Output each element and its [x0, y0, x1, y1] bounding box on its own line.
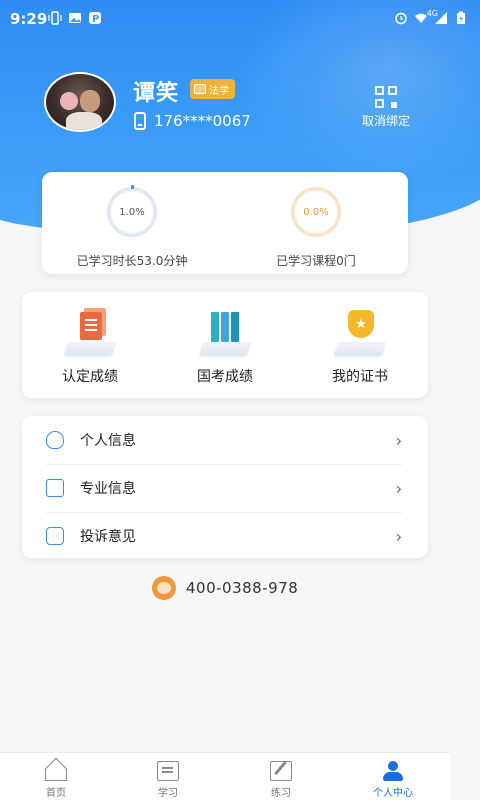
phone-icon	[134, 112, 146, 130]
status-bar: 9:29 P 4G	[0, 0, 480, 36]
study-time-ring: 1.0%	[104, 184, 160, 240]
folder-icon	[46, 479, 64, 497]
bottom-tab-bar: 首页 学习 练习 个人中心	[0, 752, 450, 800]
avatar[interactable]	[44, 72, 116, 132]
feedback-icon	[46, 527, 64, 545]
alarm-icon	[395, 12, 407, 25]
qr-code-icon	[375, 86, 397, 108]
hotline-number: 400-0388-978	[186, 579, 299, 597]
home-icon	[45, 769, 67, 781]
menu-item-label: 投诉意见	[80, 529, 136, 545]
courses-stat: 0.0% 已学习课程0门	[236, 184, 396, 269]
tab-label: 个人中心	[373, 788, 413, 799]
id-card-icon	[194, 84, 206, 94]
wifi-icon	[415, 13, 427, 23]
avatar-figure-2	[80, 90, 100, 112]
progress-tick	[131, 185, 134, 189]
study-icon	[157, 761, 179, 781]
tab-practice[interactable]: 练习	[241, 761, 321, 799]
menu-item-major-info[interactable]: 专业信息 ›	[22, 464, 428, 512]
tab-label: 练习	[271, 788, 291, 799]
battery-icon	[457, 11, 465, 24]
person-icon	[382, 761, 404, 781]
feature-label: 认定成绩	[62, 369, 118, 385]
edit-icon	[270, 761, 292, 781]
settings-menu: 个人信息 › 专业信息 › 投诉意见 ›	[22, 416, 428, 558]
customer-service-icon	[152, 576, 176, 600]
menu-item-feedback[interactable]: 投诉意见 ›	[22, 512, 428, 560]
study-time-label: 已学习时长53.0分钟	[76, 254, 188, 268]
menu-item-personal-info[interactable]: 个人信息 ›	[22, 416, 428, 464]
tab-label: 首页	[46, 788, 66, 799]
signal-icon	[435, 12, 447, 24]
feature-certified-scores[interactable]: 认定成绩	[30, 306, 150, 386]
courses-label: 已学习课程0门	[276, 254, 356, 268]
unbind-label: 取消绑定	[361, 114, 410, 128]
major-tag: 法学	[190, 79, 235, 99]
avatar-figure-1	[60, 92, 78, 110]
chevron-right-icon: ›	[395, 478, 402, 498]
phone-row: 176****0067	[134, 112, 251, 130]
courses-ring: 0.0%	[288, 184, 344, 240]
vibrate-icon	[48, 11, 62, 25]
feature-label: 国考成绩	[197, 369, 253, 385]
study-time-percent: 1.0%	[107, 187, 157, 237]
svg-text:P: P	[92, 14, 99, 25]
tab-profile[interactable]: 个人中心	[353, 761, 433, 799]
major-tag-label: 法学	[209, 85, 229, 97]
unbind-button[interactable]: 取消绑定	[356, 86, 416, 129]
tab-study[interactable]: 学习	[128, 761, 208, 799]
avatar-figure-3	[66, 112, 102, 130]
study-stats-card: 1.0% 已学习时长53.0分钟 0.0% 已学习课程0门	[42, 172, 408, 274]
courses-percent: 0.0%	[291, 187, 341, 237]
service-hotline[interactable]: 400-0388-978	[152, 576, 298, 600]
status-time: 9:29	[10, 10, 48, 28]
study-time-stat: 1.0% 已学习时长53.0分钟	[52, 184, 212, 269]
phone-number: 176****0067	[154, 112, 251, 130]
chevron-right-icon: ›	[395, 430, 402, 450]
parking-icon: P	[89, 12, 101, 25]
document-icon	[62, 306, 118, 358]
chevron-right-icon: ›	[395, 526, 402, 546]
user-info-icon	[46, 431, 64, 449]
menu-item-label: 个人信息	[80, 433, 136, 449]
status-system-icons	[394, 11, 468, 25]
books-icon	[197, 306, 253, 358]
status-notification-icons: P	[48, 11, 102, 25]
username: 谭笑	[133, 81, 180, 106]
feature-national-exam-scores[interactable]: 国考成绩	[165, 306, 285, 386]
feature-my-certificates[interactable]: ★ 我的证书	[300, 306, 420, 386]
feature-label: 我的证书	[332, 369, 388, 385]
certificate-icon: ★	[332, 306, 388, 358]
menu-item-label: 专业信息	[80, 481, 136, 497]
image-icon	[69, 13, 81, 23]
screen: 9:29 P 4G 谭笑 法学 176****0067 取消绑定 1.0% 已学…	[0, 0, 480, 800]
features-card: 认定成绩 国考成绩 ★ 我的证书	[22, 292, 428, 398]
tab-label: 学习	[158, 788, 178, 799]
tab-home[interactable]: 首页	[16, 761, 96, 799]
